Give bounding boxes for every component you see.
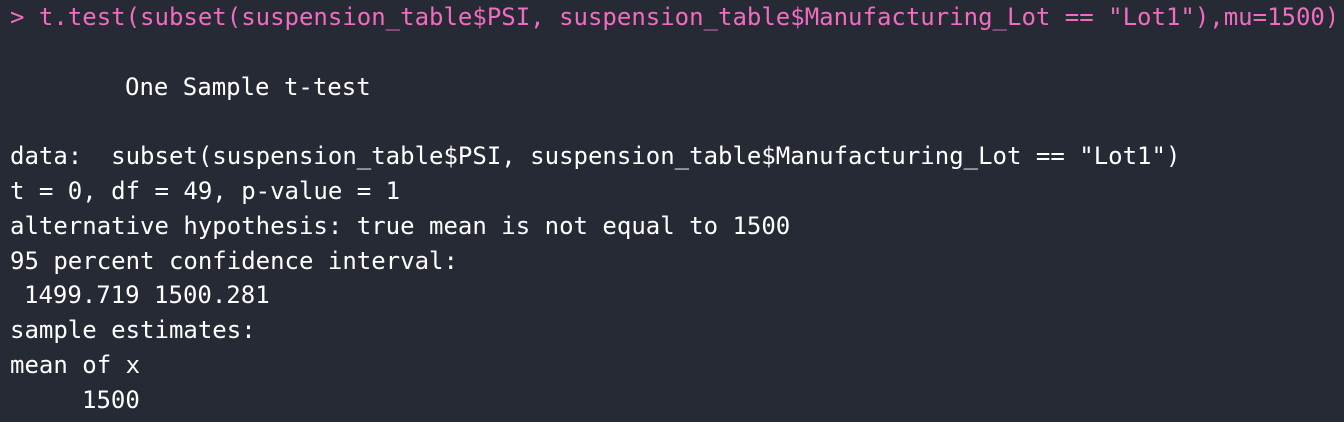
sample-estimates-label: sample estimates: <box>10 316 256 345</box>
confidence-interval-values: 1499.719 1500.281 <box>24 281 270 310</box>
r-console[interactable]: > t.test(subset(suspension_table$PSI, su… <box>0 0 1344 422</box>
alternative-hypothesis: alternative hypothesis: true mean is not… <box>10 211 791 240</box>
command-line: > t.test(subset(suspension_table$PSI, su… <box>10 3 1334 31</box>
mean-value: 1500 <box>82 385 140 414</box>
confidence-interval-label: 95 percent confidence interval: <box>10 246 458 275</box>
test-statistics: t = 0, df = 49, p-value = 1 <box>10 176 401 205</box>
mean-label: mean of x <box>10 350 141 379</box>
data-line: data: subset(suspension_table$PSI, suspe… <box>10 142 1181 171</box>
test-title: One Sample t-test <box>125 72 371 101</box>
